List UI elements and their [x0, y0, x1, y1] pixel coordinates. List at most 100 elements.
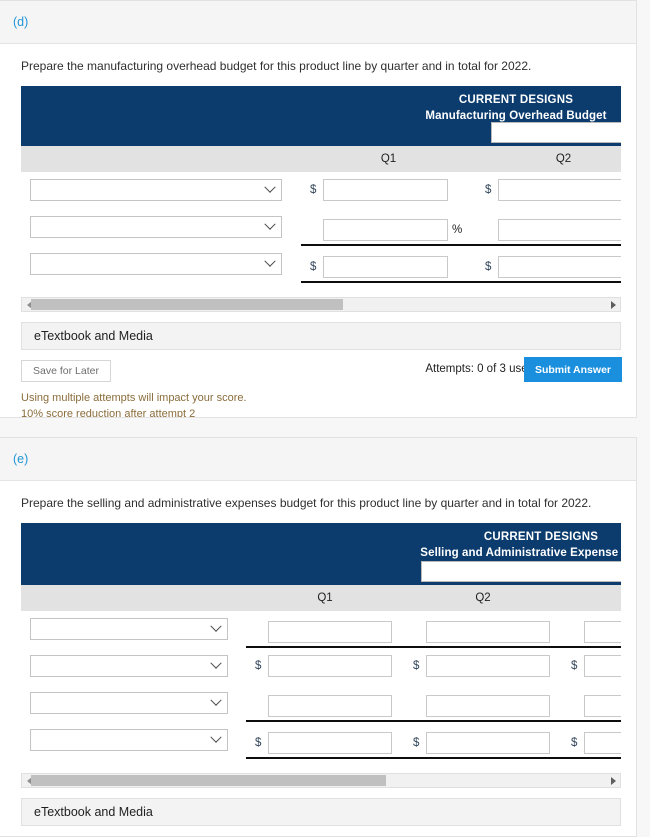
- row-label-select[interactable]: [30, 655, 228, 678]
- currency-symbol: $: [413, 737, 420, 750]
- table-title-bar-d: CURRENT DESIGNS Manufacturing Overhead B…: [21, 86, 621, 147]
- amount-input[interactable]: [584, 695, 621, 718]
- table-subtitle-e: Selling and Administrative Expense Budge…: [420, 546, 621, 559]
- scroll-right-arrow-icon[interactable]: [606, 774, 620, 787]
- horizontal-scrollbar-d[interactable]: [21, 297, 621, 313]
- amount-input[interactable]: [323, 179, 448, 202]
- table-company-name-d: CURRENT DESIGNS: [458, 94, 574, 107]
- scrollbar-thumb[interactable]: [31, 299, 343, 311]
- submit-answer-button[interactable]: Submit Answer: [523, 357, 622, 383]
- attempts-status: Attempts: 0 of 3 used: [425, 363, 534, 376]
- chevron-down-icon: [264, 181, 276, 194]
- currency-symbol: $: [255, 737, 262, 750]
- amount-input[interactable]: [268, 695, 392, 718]
- question-prompt-d: Prepare the manufacturing overhead budge…: [21, 59, 532, 73]
- budget-row: $ $: [21, 172, 621, 209]
- question-prompt-e: Prepare the selling and administrative e…: [21, 496, 592, 510]
- budget-row: $ $: [21, 246, 621, 288]
- row-label-select[interactable]: [30, 692, 228, 715]
- quarter-header-cell: Q1: [380, 153, 397, 166]
- currency-symbol: .: [413, 700, 426, 712]
- attempt-note-line: Using multiple attempts will impact your…: [21, 392, 247, 405]
- currency-symbol: .: [310, 224, 323, 236]
- submit-answer-label: Submit Answer: [534, 363, 611, 376]
- row-label-select[interactable]: [30, 216, 282, 239]
- action-bar-d: Save for Later Attempts: 0 of 3 used Sub…: [21, 357, 622, 386]
- amount-input[interactable]: [426, 621, 550, 644]
- table-header-select-e[interactable]: [421, 561, 621, 583]
- assignment-page: (d) Prepare the manufacturing overhead b…: [0, 0, 650, 837]
- currency-symbol: .: [485, 224, 498, 236]
- chevron-down-icon: [210, 620, 222, 633]
- part-label-d: (d): [13, 15, 29, 29]
- scroll-right-arrow-icon[interactable]: [606, 298, 620, 311]
- currency-symbol: $: [255, 660, 262, 673]
- save-for-later-label: Save for Later: [33, 365, 99, 378]
- currency-symbol: $: [571, 737, 578, 750]
- amount-input[interactable]: [426, 695, 550, 718]
- row-label-select[interactable]: [30, 179, 282, 202]
- attempt-note-line: 10% score reduction after attempt 2: [21, 408, 196, 418]
- quarter-header-row-e: Q1 Q2: [21, 585, 621, 612]
- budget-row: $ $ $: [21, 648, 621, 685]
- budget-table-wrap-d: CURRENT DESIGNS Manufacturing Overhead B…: [21, 86, 621, 288]
- currency-symbol: $: [413, 660, 420, 673]
- question-card-d: (d) Prepare the manufacturing overhead b…: [0, 0, 637, 418]
- amount-input[interactable]: [584, 655, 621, 678]
- chevron-down-icon: [210, 694, 222, 707]
- amount-input[interactable]: [426, 732, 550, 755]
- amount-input[interactable]: [268, 655, 392, 678]
- percent-symbol: %: [452, 224, 463, 237]
- amount-input[interactable]: [323, 256, 448, 279]
- save-for-later-button[interactable]: Save for Later: [21, 360, 111, 383]
- budget-row: . % .: [21, 209, 621, 247]
- etextbook-label: eTextbook and Media: [34, 805, 153, 820]
- currency-symbol: $: [571, 660, 578, 673]
- currency-symbol: .: [571, 700, 584, 712]
- table-title-bar-e: CURRENT DESIGNS Selling and Administrati…: [21, 523, 621, 586]
- amount-input[interactable]: [584, 732, 621, 755]
- row-label-select[interactable]: [30, 729, 228, 752]
- currency-symbol: .: [255, 700, 268, 712]
- budget-row: $ $ $: [21, 722, 621, 764]
- row-label-select[interactable]: [30, 618, 228, 641]
- horizontal-scrollbar-e[interactable]: [21, 773, 621, 789]
- currency-symbol: .: [413, 626, 426, 638]
- quarter-header-cell: Q2: [555, 153, 572, 166]
- part-label-e: (e): [13, 452, 29, 466]
- etextbook-label: eTextbook and Media: [34, 329, 153, 344]
- currency-symbol: .: [571, 626, 584, 638]
- amount-input[interactable]: [584, 621, 621, 644]
- currency-symbol: .: [255, 626, 268, 638]
- row-label-select[interactable]: [30, 253, 282, 276]
- amount-input[interactable]: [498, 256, 621, 279]
- card-header-d: (d): [0, 1, 636, 44]
- chevron-down-icon: [210, 731, 222, 744]
- quarter-header-row-d: Q1 Q2: [21, 146, 621, 173]
- currency-symbol: $: [485, 261, 492, 274]
- scrollbar-thumb[interactable]: [31, 775, 386, 787]
- attempt-notes-d: Using multiple attempts will impact your…: [21, 391, 636, 418]
- amount-input[interactable]: [268, 621, 392, 644]
- chevron-down-icon: [264, 218, 276, 231]
- currency-symbol: $: [310, 184, 317, 197]
- card-header-e: (e): [0, 438, 636, 481]
- budget-table-e: CURRENT DESIGNS Selling and Administrati…: [21, 523, 621, 764]
- table-company-name-e: CURRENT DESIGNS: [483, 531, 599, 544]
- budget-table-d: CURRENT DESIGNS Manufacturing Overhead B…: [21, 86, 621, 288]
- amount-input[interactable]: [268, 732, 392, 755]
- amount-input[interactable]: [498, 219, 621, 242]
- budget-row: . . .: [21, 685, 621, 723]
- currency-symbol: $: [485, 184, 492, 197]
- table-header-select-d[interactable]: [491, 122, 621, 144]
- amount-input[interactable]: [323, 219, 448, 242]
- amount-input[interactable]: [426, 655, 550, 678]
- etextbook-and-media-d[interactable]: eTextbook and Media: [21, 322, 621, 351]
- amount-input[interactable]: [498, 179, 621, 202]
- etextbook-and-media-e[interactable]: eTextbook and Media: [21, 798, 621, 827]
- chevron-down-icon: [210, 657, 222, 670]
- question-card-e: (e) Prepare the selling and administrati…: [0, 437, 637, 837]
- currency-symbol: $: [310, 261, 317, 274]
- quarter-header-cell: Q2: [475, 592, 491, 605]
- budget-table-wrap-e: CURRENT DESIGNS Selling and Administrati…: [21, 523, 621, 764]
